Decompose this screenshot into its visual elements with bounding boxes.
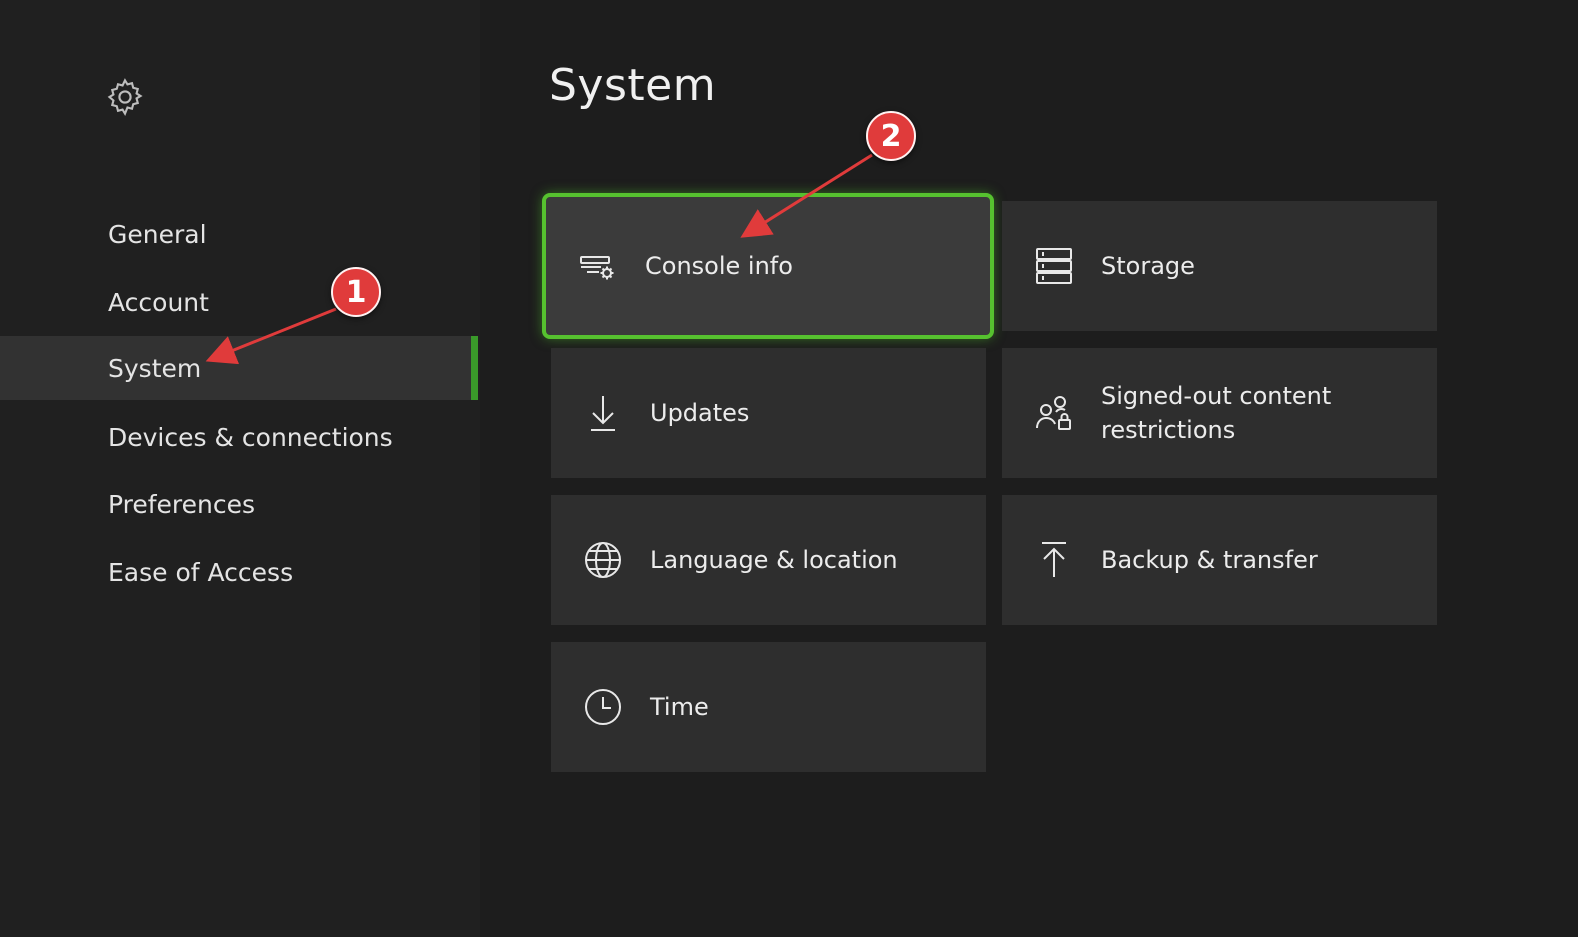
tile-label: Language & location	[650, 546, 898, 574]
clock-icon	[585, 689, 621, 725]
tile-updates[interactable]: Updates	[551, 348, 986, 478]
sidebar: General Account System Devices & connect…	[0, 0, 480, 937]
globe-icon	[585, 542, 621, 578]
tile-backup-transfer[interactable]: Backup & transfer	[1002, 495, 1437, 625]
tile-signed-out-content-restrictions[interactable]: Signed-out content restrictions	[1002, 348, 1437, 478]
console-info-icon	[580, 256, 614, 280]
sidebar-item-ease-of-access[interactable]: Ease of Access	[0, 540, 478, 604]
tile-label: Console info	[645, 252, 793, 280]
tile-label: Updates	[650, 399, 750, 427]
sidebar-item-account[interactable]: Account	[0, 270, 478, 334]
sidebar-item-general[interactable]: General	[0, 202, 478, 266]
sidebar-item-label: Devices & connections	[108, 422, 393, 452]
tile-storage[interactable]: Storage	[1002, 201, 1437, 331]
tile-language-location[interactable]: Language & location	[551, 495, 986, 625]
storage-icon	[1036, 248, 1072, 284]
active-indicator	[471, 336, 478, 400]
sidebar-item-label: Account	[108, 287, 209, 317]
upload-icon	[1042, 542, 1066, 577]
sidebar-item-label: Preferences	[108, 489, 256, 519]
sidebar-item-system[interactable]: System	[0, 336, 478, 400]
tile-time[interactable]: Time	[551, 642, 986, 772]
page-title: System	[549, 60, 717, 111]
tile-label: Backup & transfer	[1101, 546, 1318, 574]
sidebar-item-label: System	[108, 353, 202, 383]
tile-label: Time	[650, 693, 709, 721]
tile-console-info[interactable]: Console info	[542, 193, 994, 339]
sidebar-item-label: General	[108, 219, 207, 249]
download-icon	[591, 396, 615, 431]
sidebar-item-label: Ease of Access	[108, 557, 294, 587]
tile-label: Signed-out content restrictions	[1101, 382, 1332, 444]
annotation-badge-2: 2	[866, 111, 916, 161]
sidebar-item-devices-connections[interactable]: Devices & connections	[0, 405, 478, 469]
tile-label: Storage	[1101, 252, 1195, 280]
users-lock-icon	[1036, 396, 1071, 430]
annotation-badge-1: 1	[331, 267, 381, 317]
sidebar-item-preferences[interactable]: Preferences	[0, 472, 478, 536]
gear-icon	[107, 78, 143, 116]
